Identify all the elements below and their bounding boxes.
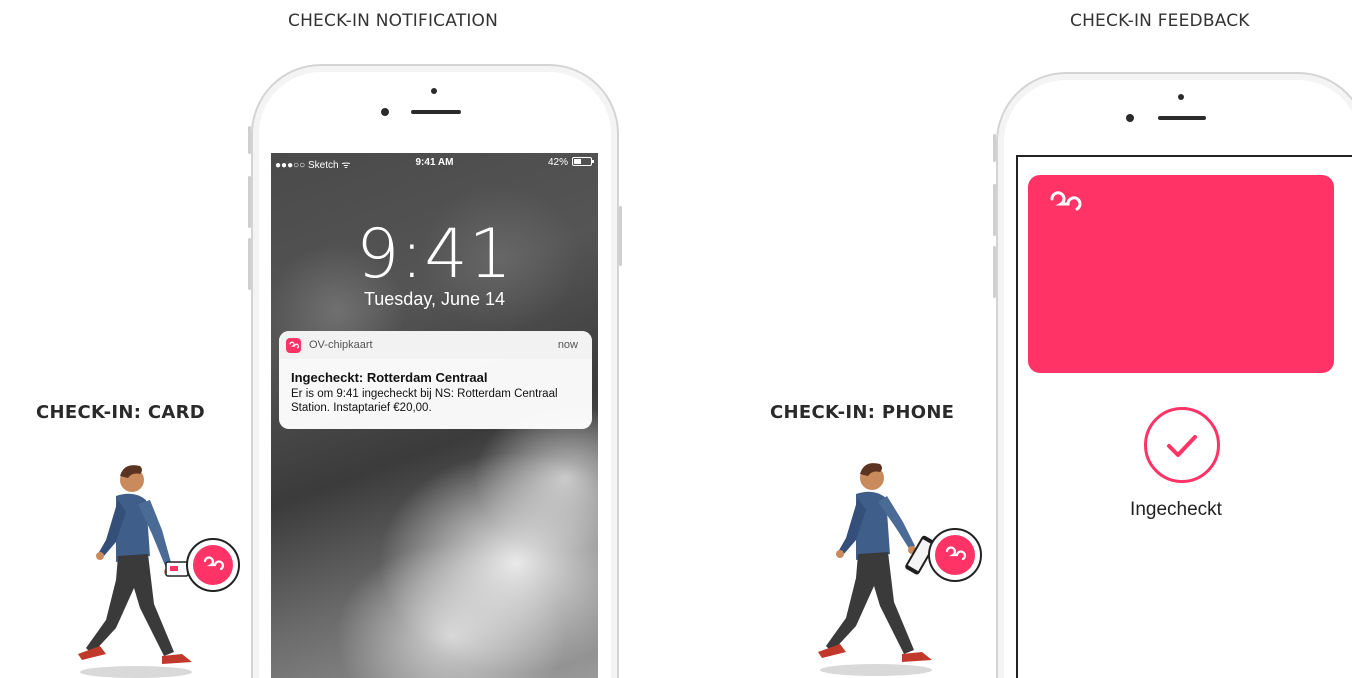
volume-down-button — [993, 246, 996, 298]
notification-time: now — [557, 339, 578, 351]
notification-app-name: OV-chipkaart — [309, 339, 373, 351]
volume-down-button — [248, 238, 251, 290]
front-camera — [381, 108, 389, 116]
checkin-status-text: Ingecheckt — [1130, 499, 1222, 520]
mute-switch — [993, 134, 996, 162]
lockscreen: ●●●○○ Sketch ᯤ 9:41 AM 42% 9:41 Tuesday,… — [271, 153, 598, 678]
ov-logo-icon — [1046, 189, 1086, 224]
ov-logo-icon — [193, 545, 233, 585]
notification-header: OV-chipkaart now — [279, 331, 592, 359]
app-icon — [286, 338, 301, 353]
front-sensor — [1178, 94, 1184, 100]
label-checkin-phone: CHECK-IN: PHONE — [770, 402, 955, 423]
earpiece — [1158, 116, 1206, 120]
label-checkin-card: CHECK-IN: CARD — [36, 402, 206, 423]
checkin-feedback-screen: Ingecheckt — [1016, 155, 1352, 678]
notification-banner[interactable]: OV-chipkaart now Ingecheckt: Rotterdam C… — [279, 331, 592, 429]
earpiece — [411, 110, 461, 114]
notification-title: Ingecheckt: Rotterdam Centraal — [291, 370, 488, 385]
section-title-notification: CHECK-IN NOTIFICATION — [288, 11, 499, 31]
lockscreen-clock: 9:41 — [356, 215, 513, 294]
ov-logo-icon — [935, 535, 975, 575]
front-sensor — [431, 88, 437, 94]
battery-icon — [572, 157, 594, 166]
lockscreen-date: Tuesday, June 14 — [363, 289, 506, 309]
ov-card[interactable] — [1028, 175, 1334, 373]
checkmark-icon — [1144, 407, 1220, 483]
phone-checkin-badge — [928, 528, 982, 582]
volume-up-button — [248, 176, 251, 228]
power-button — [619, 206, 622, 266]
battery-percent: 42% — [547, 157, 568, 168]
status-bar: ●●●○○ Sketch ᯤ 9:41 AM 42% — [271, 153, 598, 171]
section-title-feedback: CHECK-IN FEEDBACK — [1070, 11, 1250, 31]
card-checkin-badge — [186, 538, 240, 592]
front-camera — [1126, 114, 1134, 122]
mute-switch — [248, 126, 251, 154]
volume-up-button — [993, 184, 996, 236]
notification-body: Er is om 9:41 ingecheckt bij NS: Rotterd… — [291, 388, 558, 414]
